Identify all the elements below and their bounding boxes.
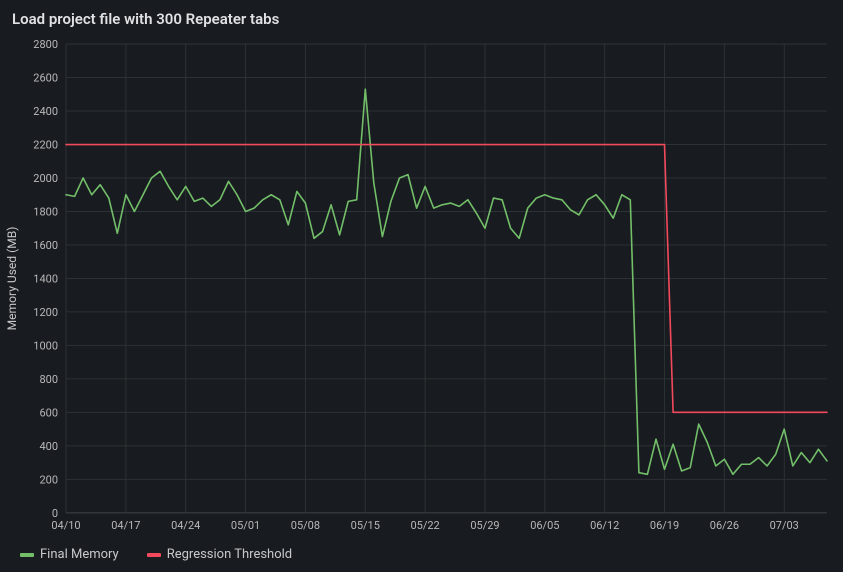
svg-text:2600: 2600 [33,72,58,85]
svg-text:2200: 2200 [33,139,58,152]
svg-text:2000: 2000 [33,172,58,185]
svg-text:06/05: 06/05 [530,519,559,532]
chart-area[interactable]: 0200400600800100012001400160018002000220… [0,34,843,541]
svg-text:05/08: 05/08 [291,519,320,532]
svg-text:05/01: 05/01 [231,519,260,532]
svg-text:600: 600 [39,406,58,419]
svg-text:05/29: 05/29 [470,519,499,532]
svg-text:800: 800 [39,373,58,386]
svg-text:1400: 1400 [33,272,58,285]
svg-text:Memory Used (MB): Memory Used (MB) [5,227,19,331]
svg-text:06/26: 06/26 [710,519,739,532]
svg-text:1200: 1200 [33,306,58,319]
chart-title: Load project file with 300 Repeater tabs [0,0,843,34]
svg-text:04/24: 04/24 [171,519,200,532]
svg-text:05/15: 05/15 [351,519,380,532]
svg-text:200: 200 [39,473,58,486]
svg-text:04/10: 04/10 [51,519,80,532]
svg-text:2400: 2400 [33,105,58,118]
legend-swatch [147,553,161,557]
svg-text:06/19: 06/19 [650,519,679,532]
svg-text:05/22: 05/22 [411,519,440,532]
svg-text:400: 400 [39,440,58,453]
legend-item-regression-threshold[interactable]: Regression Threshold [147,547,292,562]
svg-text:06/12: 06/12 [590,519,619,532]
legend-label: Final Memory [40,547,119,562]
svg-text:2800: 2800 [33,38,58,51]
legend-item-final-memory[interactable]: Final Memory [20,547,119,562]
svg-text:1600: 1600 [33,239,58,252]
legend-label: Regression Threshold [167,547,292,562]
line-chart[interactable]: 0200400600800100012001400160018002000220… [0,34,843,541]
svg-text:04/17: 04/17 [111,519,140,532]
legend-swatch [20,553,34,557]
svg-text:07/03: 07/03 [770,519,799,532]
svg-text:1800: 1800 [33,205,58,218]
legend: Final Memory Regression Threshold [0,541,843,572]
svg-text:1000: 1000 [33,339,58,352]
chart-panel: Load project file with 300 Repeater tabs… [0,0,843,572]
